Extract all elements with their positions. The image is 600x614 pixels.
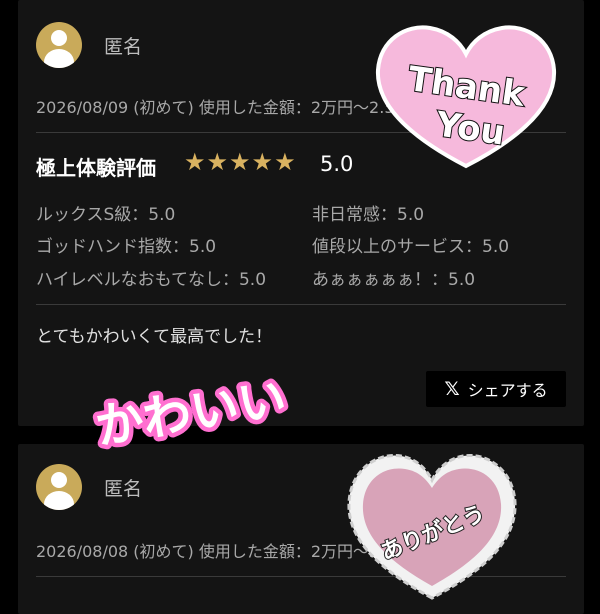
thank-you-heart-sticker: Thank You [375,25,557,169]
sub-rating: ハイレベルなおもてなし：5.0 [36,270,267,290]
review-comment: とてもかわいくて最高でした！ [36,327,273,347]
x-logo-icon: 𝕏 [444,378,460,400]
rating-score: 5.0 [320,152,354,176]
share-label: シェアする [467,381,548,400]
share-on-x-button[interactable]: 𝕏 シェアする [426,371,566,407]
kawaii-sticker: かわいい [87,366,294,460]
divider [36,304,566,305]
sub-rating: あぁぁぁぁぁ！：5.0 [312,270,476,290]
reviewer-row: 匿名 [36,464,142,510]
avatar-head-icon [51,30,67,46]
avatar-body-icon [44,49,74,68]
avatar-head-icon [51,472,67,488]
kawaii-label: かわいい [92,370,290,455]
reviewer-row: 匿名 [36,22,142,68]
avatar [36,464,82,510]
reviewer-name: 匿名 [104,35,143,58]
avatar [36,22,82,68]
avatar-body-icon [44,491,74,510]
reviewer-name: 匿名 [104,477,143,500]
sub-rating: ルックスS級：5.0 [36,205,176,225]
rating-title: 極上体験評価 [36,156,156,180]
sub-rating: 非日常感：5.0 [312,205,425,225]
sub-rating: ゴッドハンド指数：5.0 [36,237,217,257]
arigatou-heart-sticker: ありがとう [347,453,517,600]
sub-rating: 値段以上のサービス：5.0 [312,237,510,257]
star-rating-icon: ★★★★★ [184,148,297,176]
